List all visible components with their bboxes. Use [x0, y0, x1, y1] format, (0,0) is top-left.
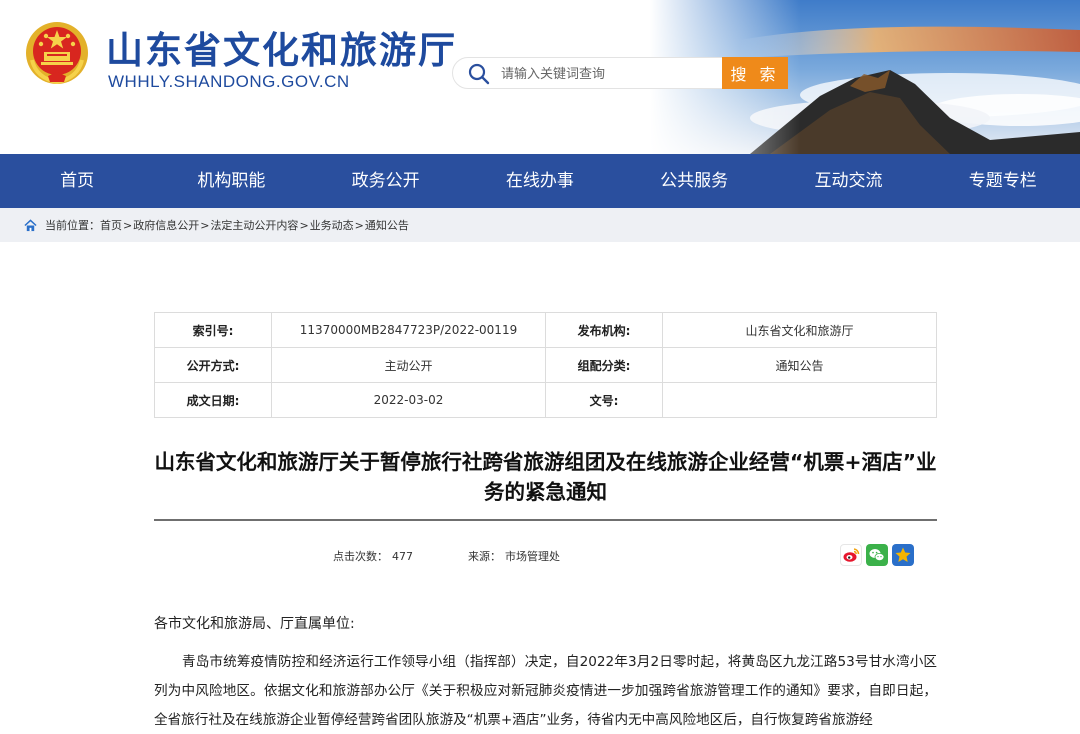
- category-label: 组配分类:: [545, 347, 663, 383]
- nav-item-special-topics[interactable]: 专题专栏: [926, 154, 1080, 208]
- site-title: 山东省文化和旅游厅: [106, 29, 457, 72]
- table-row: 索引号: 11370000MB2847723P/2022-00119 发布机构:…: [154, 312, 937, 348]
- title-divider: [154, 519, 937, 521]
- table-row: 成文日期: 2022-03-02 文号:: [154, 382, 937, 418]
- share-wechat-button[interactable]: [866, 544, 888, 566]
- index-number-label: 索引号:: [154, 312, 272, 348]
- breadcrumb-item-notices[interactable]: 通知公告: [365, 217, 409, 233]
- issue-date-label: 成文日期:: [154, 382, 272, 418]
- breadcrumb: 当前位置： 首页 > 政府信息公开 > 法定主动公开内容 > 业务动态 > 通知…: [0, 208, 1080, 242]
- source-label: 来源：: [468, 550, 501, 563]
- breadcrumb-item-business-news[interactable]: 业务动态: [310, 217, 354, 233]
- issue-date-value: 2022-03-02: [271, 382, 546, 418]
- publisher-label: 发布机构:: [545, 312, 663, 348]
- nav-item-online-services[interactable]: 在线办事: [463, 154, 617, 208]
- breadcrumb-separator: >: [200, 218, 210, 232]
- site-header: 山东省文化和旅游厅 WHHLY.SHANDONG.GOV.CN 搜 索: [0, 0, 1080, 154]
- share-favorite-button[interactable]: [892, 544, 914, 566]
- wechat-icon: [869, 549, 885, 561]
- source-value: 市场管理处: [505, 550, 560, 563]
- breadcrumb-label: 当前位置：: [45, 219, 100, 232]
- share-bar: [840, 544, 914, 566]
- index-number-value: 11370000MB2847723P/2022-00119: [271, 312, 546, 348]
- article-salutation: 各市文化和旅游局、厅直属单位:: [154, 616, 355, 632]
- category-value: 通知公告: [662, 347, 937, 383]
- share-weibo-button[interactable]: [840, 544, 862, 566]
- open-method-label: 公开方式:: [154, 347, 272, 383]
- open-method-value: 主动公开: [271, 347, 546, 383]
- breadcrumb-item-statutory[interactable]: 法定主动公开内容: [210, 217, 298, 233]
- views-label: 点击次数：: [333, 550, 388, 563]
- document-meta-table: 索引号: 11370000MB2847723P/2022-00119 发布机构:…: [154, 312, 937, 418]
- breadcrumb-item-gov-info[interactable]: 政府信息公开: [133, 217, 199, 233]
- publisher-value: 山东省文化和旅游厅: [662, 312, 937, 348]
- document-number-label: 文号:: [545, 382, 663, 418]
- article-title: 山东省文化和旅游厅关于暂停旅行社跨省旅游组团及在线旅游企业经营“机票+酒店”业务…: [154, 450, 937, 504]
- main-nav: 首页 机构职能 政务公开 在线办事 公共服务 互动交流 专题专栏: [0, 154, 1080, 208]
- site-domain: WHHLY.SHANDONG.GOV.CN: [108, 72, 350, 91]
- views-count: 477: [392, 550, 413, 563]
- national-emblem-icon: [26, 22, 88, 85]
- search-input[interactable]: [501, 62, 721, 86]
- document-number-value: [662, 382, 937, 418]
- breadcrumb-separator: >: [354, 218, 364, 232]
- nav-item-functions[interactable]: 机构职能: [154, 154, 308, 208]
- nav-item-interaction[interactable]: 互动交流: [771, 154, 925, 208]
- nav-item-government-affairs[interactable]: 政务公开: [309, 154, 463, 208]
- breadcrumb-item-home[interactable]: 首页: [100, 217, 122, 233]
- favorite-star-icon: [895, 547, 911, 562]
- table-row: 公开方式: 主动公开 组配分类: 通知公告: [154, 347, 937, 383]
- breadcrumb-separator: >: [299, 218, 309, 232]
- nav-item-public-services[interactable]: 公共服务: [617, 154, 771, 208]
- weibo-icon: [843, 548, 860, 562]
- article-paragraph: 青岛市统筹疫情防控和经济运行工作领导小组（指挥部）决定，自2022年3月2日零时…: [154, 654, 937, 728]
- article-stats: 点击次数： 477 来源： 市场管理处: [333, 548, 564, 564]
- nav-item-home[interactable]: 首页: [0, 154, 154, 208]
- search-icon: [468, 63, 490, 85]
- home-icon: [24, 218, 37, 231]
- search-button[interactable]: 搜 索: [722, 57, 788, 89]
- breadcrumb-separator: >: [123, 218, 133, 232]
